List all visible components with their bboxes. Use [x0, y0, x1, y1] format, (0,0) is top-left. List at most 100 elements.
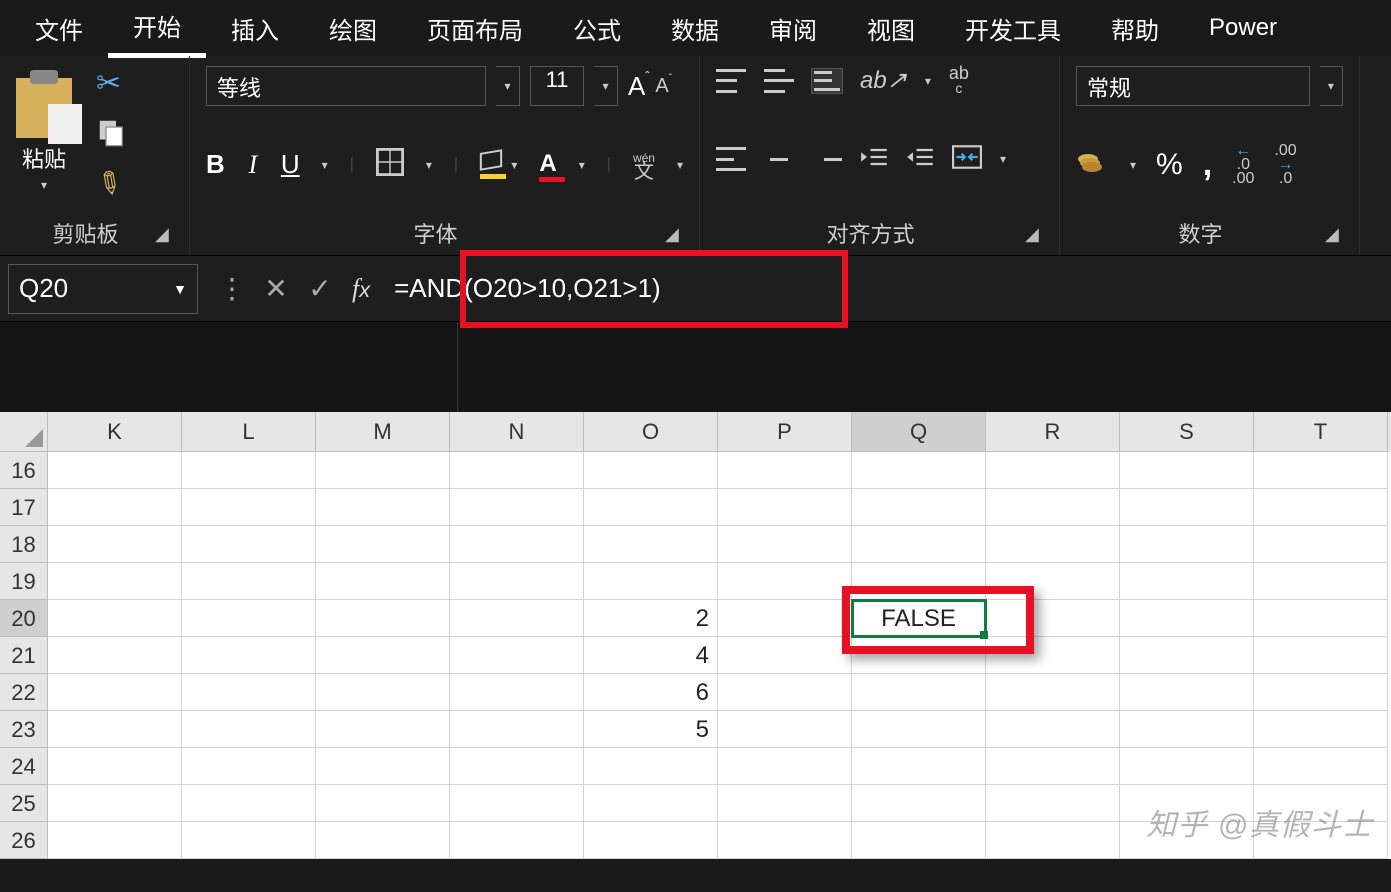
cell[interactable] [182, 674, 316, 711]
decrease-font-icon[interactable]: Aˇ [655, 75, 668, 98]
formula-input[interactable]: =AND(O20>10,O21>1) [380, 267, 1391, 310]
font-color-icon[interactable]: A [539, 150, 556, 180]
cell[interactable] [718, 452, 852, 489]
row-header[interactable]: 18 [0, 526, 48, 563]
tab-review[interactable]: 审阅 [744, 1, 842, 56]
cell[interactable] [48, 785, 182, 822]
cell[interactable] [852, 526, 986, 563]
cell[interactable] [584, 452, 718, 489]
tab-draw[interactable]: 绘图 [304, 1, 402, 56]
number-format-select[interactable]: 常规 [1076, 66, 1310, 106]
cell[interactable] [48, 674, 182, 711]
cell[interactable] [1120, 452, 1254, 489]
row-header[interactable]: 19 [0, 563, 48, 600]
increase-font-icon[interactable]: Aˆ [628, 71, 645, 102]
cell[interactable] [986, 489, 1120, 526]
column-header[interactable]: O [584, 412, 718, 452]
cell[interactable] [182, 711, 316, 748]
cell[interactable] [1120, 489, 1254, 526]
percent-format-icon[interactable]: % [1156, 148, 1183, 182]
cell[interactable] [450, 674, 584, 711]
cell[interactable] [718, 600, 852, 637]
cell[interactable] [852, 785, 986, 822]
cell[interactable] [1254, 637, 1388, 674]
cell[interactable] [48, 637, 182, 674]
cell[interactable] [1254, 748, 1388, 785]
cell[interactable] [182, 526, 316, 563]
tab-formula[interactable]: 公式 [548, 1, 646, 56]
cell[interactable]: 6 [584, 674, 718, 711]
cell[interactable] [1254, 563, 1388, 600]
cell[interactable] [182, 785, 316, 822]
orientation-icon[interactable]: ab↗ [860, 66, 907, 95]
align-middle-icon[interactable] [764, 69, 794, 93]
cell[interactable] [48, 452, 182, 489]
cut-icon[interactable]: ✂ [96, 66, 126, 101]
cell[interactable] [1254, 600, 1388, 637]
fill-color-icon[interactable] [480, 151, 489, 179]
decrease-indent-icon[interactable] [860, 145, 888, 174]
dialog-launcher-icon[interactable]: ◢ [1025, 224, 1043, 242]
cell[interactable] [1254, 452, 1388, 489]
cell[interactable] [182, 822, 316, 859]
cell[interactable] [852, 563, 986, 600]
column-header[interactable]: P [718, 412, 852, 452]
row-header[interactable]: 16 [0, 452, 48, 489]
cell[interactable] [986, 563, 1120, 600]
cell[interactable] [584, 822, 718, 859]
cell[interactable] [852, 452, 986, 489]
cell[interactable] [182, 489, 316, 526]
cell[interactable]: 5 [584, 711, 718, 748]
tab-view[interactable]: 视图 [842, 1, 940, 56]
tab-layout[interactable]: 页面布局 [402, 1, 548, 56]
font-name-select[interactable]: 等线 [206, 66, 486, 106]
tab-file[interactable]: 文件 [10, 1, 108, 56]
cell[interactable] [182, 452, 316, 489]
wrap-text-icon[interactable]: ab c [949, 66, 969, 95]
cell[interactable] [986, 637, 1120, 674]
cell[interactable] [48, 822, 182, 859]
cell[interactable] [450, 563, 584, 600]
cell[interactable] [316, 489, 450, 526]
bold-button[interactable]: B [206, 149, 225, 180]
chevron-down-icon[interactable]: ▾ [579, 158, 585, 172]
cell[interactable] [48, 748, 182, 785]
chevron-down-icon[interactable]: ▼ [173, 281, 187, 297]
column-header[interactable]: R [986, 412, 1120, 452]
cell[interactable] [718, 785, 852, 822]
cell[interactable] [1120, 748, 1254, 785]
cell[interactable] [718, 563, 852, 600]
row-header[interactable]: 20 [0, 600, 48, 637]
align-bottom-icon[interactable] [812, 69, 842, 93]
cell[interactable] [986, 600, 1120, 637]
font-name-dropdown-icon[interactable]: ▾ [496, 66, 520, 106]
font-size-dropdown-icon[interactable]: ▾ [594, 66, 618, 106]
cell[interactable] [1120, 711, 1254, 748]
cell[interactable] [584, 748, 718, 785]
dialog-launcher-icon[interactable]: ◢ [155, 224, 173, 242]
align-left-icon[interactable] [716, 147, 746, 171]
underline-button[interactable]: U [281, 149, 300, 180]
format-painter-icon[interactable]: ✎ [89, 163, 134, 209]
cell[interactable]: 4 [584, 637, 718, 674]
chevron-down-icon[interactable]: ▾ [925, 74, 931, 88]
cell[interactable] [1120, 674, 1254, 711]
cell[interactable] [1254, 489, 1388, 526]
cell[interactable] [584, 489, 718, 526]
cell[interactable] [182, 637, 316, 674]
select-all-corner[interactable] [0, 412, 48, 452]
more-icon[interactable]: ⋮ [210, 272, 254, 305]
decrease-decimal-icon[interactable]: .00 → .0 [1274, 144, 1296, 186]
cell[interactable] [584, 785, 718, 822]
font-size-input[interactable]: 11 [530, 66, 584, 106]
cell[interactable] [450, 600, 584, 637]
chevron-down-icon[interactable]: ▾ [1000, 152, 1006, 166]
chevron-down-icon[interactable]: ▾ [1130, 158, 1136, 172]
cell[interactable] [48, 563, 182, 600]
cell[interactable] [852, 489, 986, 526]
tab-insert[interactable]: 插入 [206, 1, 304, 56]
column-header[interactable]: N [450, 412, 584, 452]
tab-power[interactable]: Power [1184, 4, 1302, 52]
align-top-icon[interactable] [716, 69, 746, 93]
column-header[interactable]: L [182, 412, 316, 452]
